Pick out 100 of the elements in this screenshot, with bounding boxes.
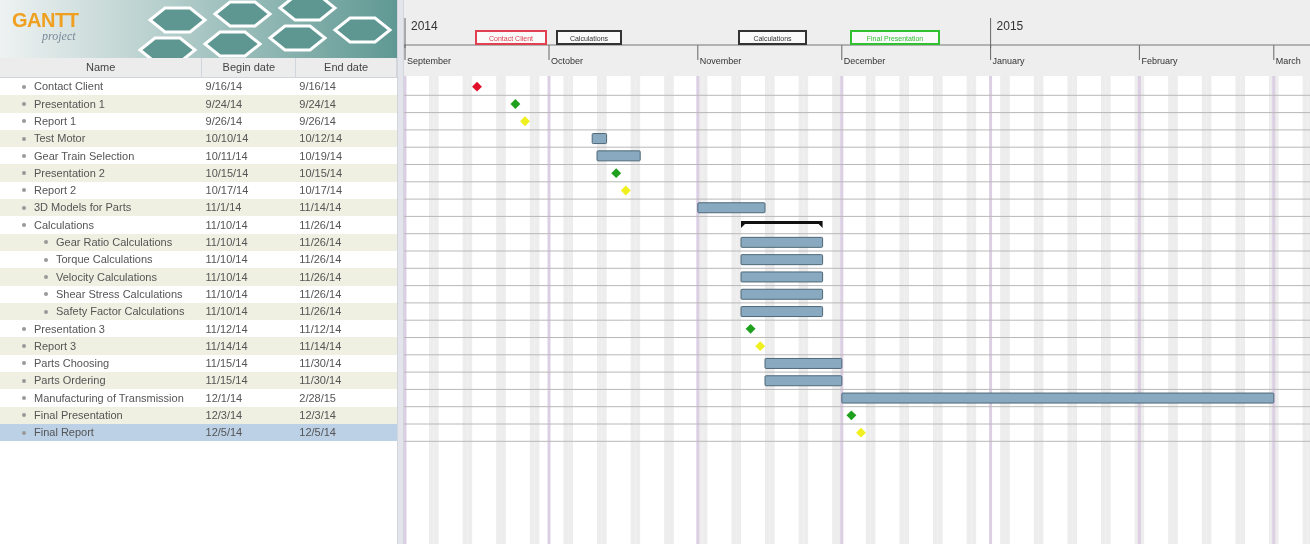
bullet-icon — [22, 430, 26, 435]
bullet-icon — [22, 205, 26, 210]
task-name: Manufacturing of Transmission — [34, 390, 184, 406]
begin-date: 11/15/14 — [204, 356, 249, 372]
task-name: Calculations — [34, 217, 94, 233]
column-header[interactable]: End date — [296, 58, 397, 77]
bullet-icon — [22, 326, 26, 331]
begin-date: 9/24/14 — [204, 96, 244, 112]
task-name: Parts Ordering — [34, 373, 106, 389]
begin-date: 11/15/14 — [204, 373, 249, 389]
task-name: Test Motor — [34, 131, 86, 147]
bullet-icon — [22, 119, 26, 124]
bullet-icon — [44, 257, 48, 262]
task-bar[interactable] — [740, 254, 824, 266]
year-label: 2014 — [411, 19, 438, 33]
end-date: 10/15/14 — [298, 165, 344, 181]
task-name: Report 1 — [34, 114, 77, 129]
end-date: 9/16/14 — [298, 79, 337, 95]
task-name: 3D Models for Parts — [34, 200, 132, 216]
end-date: 11/26/14 — [298, 252, 343, 268]
month-label: March — [1275, 56, 1301, 66]
bullet-icon — [22, 396, 26, 400]
bullet-icon — [22, 361, 26, 366]
end-date: 11/26/14 — [298, 286, 343, 302]
bullet-icon — [44, 240, 48, 245]
year-label: 2015 — [996, 19, 1024, 33]
column-header[interactable]: Name — [0, 58, 203, 77]
task-bar[interactable] — [697, 202, 766, 214]
milestone-diamond[interactable] — [510, 99, 521, 109]
end-date: 11/26/14 — [298, 269, 343, 285]
begin-date: 12/1/14 — [204, 390, 244, 406]
task-bar[interactable] — [764, 375, 843, 387]
logo-subtitle: project — [42, 30, 77, 42]
month-label: February — [1141, 56, 1178, 66]
bullet-icon — [44, 309, 48, 314]
end-date: 2/28/15 — [298, 390, 337, 406]
task-bar[interactable] — [740, 236, 824, 248]
begin-date: 11/10/14 — [204, 235, 249, 251]
bullet-icon — [22, 153, 26, 158]
task-bar[interactable] — [596, 150, 641, 162]
bullet-icon — [22, 136, 26, 141]
begin-date: 11/10/14 — [204, 252, 249, 268]
end-date: 11/30/14 — [298, 373, 343, 389]
end-date: 9/26/14 — [298, 114, 337, 129]
month-label: November — [699, 56, 742, 66]
end-date: 11/14/14 — [298, 200, 343, 216]
logo-title: GANTT — [12, 10, 79, 30]
bullet-icon — [44, 274, 48, 279]
begin-date: 10/10/14 — [204, 131, 250, 147]
milestone-diamond[interactable] — [745, 323, 756, 334]
task-bar[interactable] — [740, 306, 824, 318]
end-date: 10/17/14 — [298, 183, 344, 199]
end-date: 11/14/14 — [298, 338, 343, 354]
begin-date: 10/15/14 — [204, 165, 250, 181]
begin-date: 11/10/14 — [204, 286, 249, 302]
begin-date: 10/11/14 — [204, 148, 249, 164]
task-name: Safety Factor Calculations — [56, 304, 185, 320]
task-name: Final Report — [34, 425, 94, 441]
task-name: Gear Ratio Calculations — [56, 235, 173, 251]
task-row[interactable]: Parts Ordering 11/15/14 11/30/14 — [0, 372, 397, 390]
task-bar[interactable] — [740, 288, 824, 300]
task-name: Final Presentation — [34, 408, 123, 424]
bullet-icon — [22, 188, 26, 193]
task-bar[interactable] — [764, 357, 843, 369]
bullet-icon — [22, 413, 26, 418]
end-date: 9/24/14 — [298, 96, 337, 112]
month-label: September — [407, 56, 452, 66]
summary-bar[interactable] — [741, 221, 823, 229]
end-date: 12/5/14 — [298, 425, 337, 441]
task-name: Presentation 2 — [34, 165, 105, 181]
begin-date: 12/5/14 — [204, 425, 244, 441]
bullet-icon — [22, 171, 26, 176]
task-name: Report 3 — [34, 338, 77, 354]
begin-date: 11/10/14 — [204, 217, 249, 233]
milestone-diamond[interactable] — [846, 410, 857, 421]
bullet-icon — [22, 101, 26, 106]
month-label: January — [992, 56, 1025, 66]
task-row[interactable]: 3D Models for Parts 11/1/14 11/14/14 — [0, 199, 397, 217]
end-date: 11/26/14 — [298, 217, 343, 233]
end-date: 12/3/14 — [298, 408, 337, 424]
month-label: December — [843, 56, 886, 66]
end-date: 11/26/14 — [298, 304, 343, 320]
task-bar[interactable] — [591, 133, 608, 145]
begin-date: 11/10/14 — [204, 269, 249, 285]
end-date: 11/26/14 — [298, 235, 343, 251]
task-name: Presentation 1 — [34, 96, 105, 112]
begin-date: 11/12/14 — [204, 321, 249, 337]
begin-date: 12/3/14 — [204, 408, 244, 424]
month-label: October — [551, 56, 583, 66]
task-row[interactable]: Presentation 1 9/24/14 9/24/14 — [0, 95, 397, 113]
bullet-icon — [22, 344, 26, 349]
task-row[interactable]: Report 3 11/14/14 11/14/14 — [0, 337, 397, 355]
task-name: Contact Client — [34, 79, 104, 95]
task-name: Parts Choosing — [34, 356, 110, 372]
task-row[interactable]: Presentation 2 10/15/14 10/15/14 — [0, 164, 397, 182]
milestone-diamond[interactable] — [611, 168, 622, 179]
task-row[interactable]: Velocity Calculations 11/10/14 11/26/14 — [0, 268, 397, 286]
column-header[interactable]: Begin date — [202, 58, 297, 77]
begin-date: 11/1/14 — [204, 200, 243, 216]
bullet-icon — [22, 223, 26, 227]
